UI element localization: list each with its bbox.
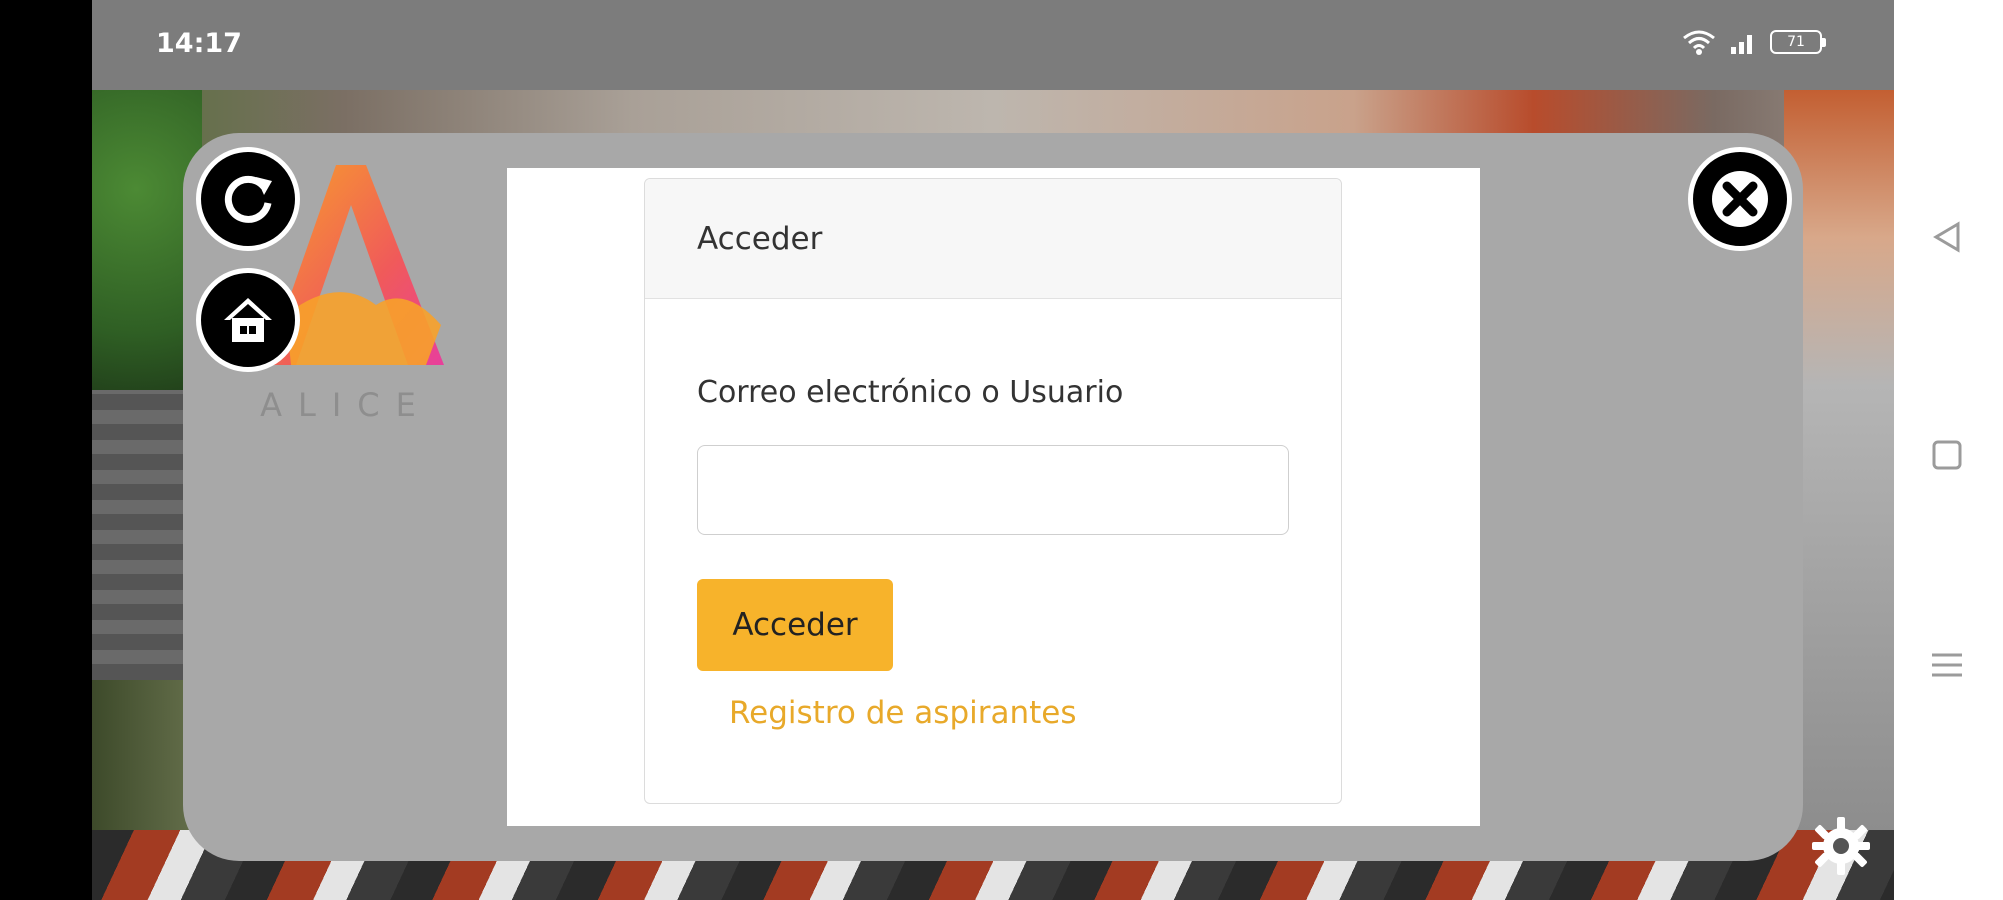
login-webview: Acceder Correo electrónico o Usuario Acc…: [507, 168, 1480, 826]
refresh-icon: [224, 175, 272, 223]
card-header: Acceder: [645, 179, 1341, 299]
square-icon[interactable]: [1930, 438, 1964, 481]
signal-icon: [1730, 29, 1756, 55]
refresh-button[interactable]: [196, 147, 300, 251]
status-bar: 14:17 71: [92, 0, 1894, 90]
android-nav-bar: [1894, 0, 2003, 900]
status-icons: 71: [1682, 28, 1826, 56]
username-label: Correo electrónico o Usuario: [697, 375, 1124, 410]
wifi-icon: [1682, 28, 1716, 56]
close-button[interactable]: [1688, 147, 1792, 251]
gear-icon[interactable]: [1810, 815, 1872, 877]
battery-icon: 71: [1770, 30, 1826, 54]
background-stone-wall: [92, 390, 192, 680]
back-icon[interactable]: [1930, 220, 1964, 263]
close-icon: [1712, 171, 1768, 227]
left-edge: [0, 0, 92, 900]
home-button[interactable]: [196, 268, 300, 372]
home-icon: [224, 298, 272, 342]
status-time: 14:17: [156, 28, 242, 59]
menu-icon[interactable]: [1930, 648, 1964, 691]
username-input[interactable]: [697, 445, 1289, 535]
login-button[interactable]: Acceder: [697, 579, 893, 671]
logo-text: ALICE: [260, 386, 432, 424]
register-link[interactable]: Registro de aspirantes: [729, 695, 1077, 731]
login-card: Acceder Correo electrónico o Usuario Acc…: [644, 178, 1342, 804]
